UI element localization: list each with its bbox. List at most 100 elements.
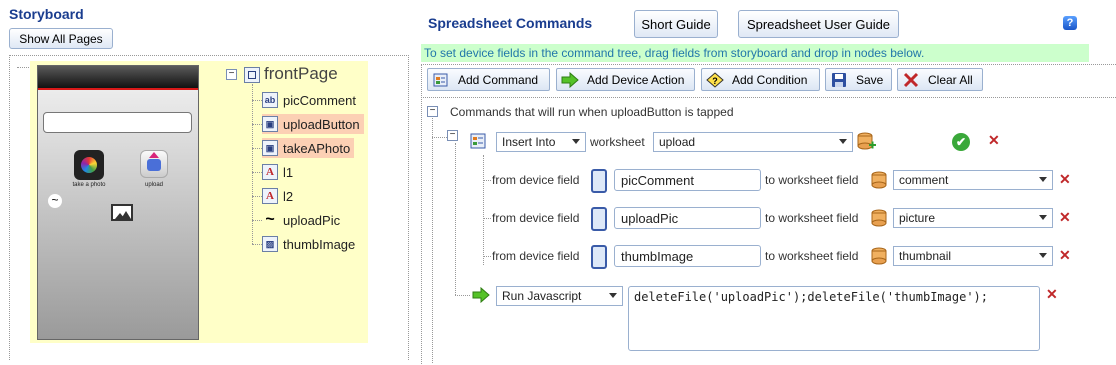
page-icon: [244, 67, 260, 83]
root-collapse-icon[interactable]: −: [427, 106, 438, 117]
tree-item-connector: [252, 244, 262, 245]
worksheet-field-select[interactable]: comment: [893, 170, 1053, 190]
worksheet-field-value: thumbnail: [899, 249, 952, 263]
take-photo-button[interactable]: [74, 150, 104, 180]
worksheet-field-select[interactable]: thumbnail: [893, 246, 1053, 266]
short-guide-button[interactable]: Short Guide: [634, 10, 718, 38]
worksheet-field-value: comment: [899, 173, 949, 187]
tree-root-frontpage[interactable]: frontPage: [264, 64, 338, 84]
commands-title: Spreadsheet Commands: [428, 15, 593, 31]
from-device-field-label: from device field: [492, 211, 580, 225]
delete-mapping-icon[interactable]: ✕: [1059, 171, 1071, 188]
js-action-select[interactable]: Run Javascript: [496, 286, 623, 306]
tree-item-connector: [252, 124, 262, 125]
add-command-icon: [432, 72, 450, 88]
tree-item-uploadPic[interactable]: ~ uploadPic: [262, 210, 340, 230]
worksheet-field-value: picture: [899, 211, 936, 225]
tree-item-label: l2: [283, 188, 294, 204]
insert-command-icon: [470, 133, 487, 149]
insert-collapse-icon[interactable]: −: [447, 130, 458, 141]
tree-item-connector: [252, 220, 262, 221]
to-worksheet-field-label: to worksheet field: [765, 249, 859, 263]
tree-item-label: thumbImage: [283, 236, 356, 252]
commands-frame-top: [421, 64, 1116, 65]
from-device-field-label: from device field: [492, 249, 580, 263]
device-field-input[interactable]: picComment: [614, 169, 761, 191]
add-condition-button[interactable]: ? Add Condition: [701, 68, 820, 91]
mapping-connector-h: [483, 218, 491, 219]
storyboard-frame-right: [408, 55, 409, 360]
add-worksheet-icon[interactable]: [857, 132, 877, 152]
upload-label: upload: [144, 182, 164, 188]
tree-item-takeAPhoto[interactable]: ▣ takeAPhoto: [262, 138, 355, 158]
js-action-value: Run Javascript: [502, 289, 582, 303]
phone-accent-bar: [38, 88, 198, 90]
image-icon: ▨: [262, 236, 278, 252]
delete-mapping-icon[interactable]: ✕: [1059, 209, 1071, 226]
phone-preview[interactable]: take a photo upload ~: [37, 65, 199, 340]
add-command-label: Add Command: [458, 72, 539, 87]
worksheet-field-icon: [871, 209, 887, 227]
slider-icon: ~: [265, 211, 275, 228]
button-icon: ▣: [262, 116, 278, 132]
tree-item-label: uploadButton: [283, 116, 360, 132]
phone-comment-input[interactable]: [43, 112, 192, 133]
delete-insert-icon[interactable]: ✕: [988, 132, 1000, 149]
clear-icon: [902, 72, 920, 88]
clear-all-button[interactable]: Clear All: [897, 68, 983, 91]
tree-item-l1[interactable]: Al1: [262, 162, 293, 182]
tree-item-picComment[interactable]: ab picComment: [262, 90, 356, 110]
worksheet-field-select[interactable]: picture: [893, 208, 1053, 228]
thumb-image-placeholder-icon: [111, 204, 133, 221]
delete-js-icon[interactable]: ✕: [1046, 286, 1058, 303]
storyboard-frame-left: [9, 55, 10, 360]
user-guide-button[interactable]: Spreadsheet User Guide: [738, 10, 899, 38]
worksheet-select[interactable]: upload: [653, 132, 853, 152]
tree-item-uploadButton[interactable]: ▣ uploadButton: [262, 114, 364, 134]
help-icon[interactable]: ?: [1063, 16, 1077, 30]
device-field-input[interactable]: thumbImage: [614, 245, 761, 267]
worksheet-field-icon: [871, 171, 887, 189]
insert-action-select[interactable]: Insert Into: [496, 132, 586, 152]
to-worksheet-field-label: to worksheet field: [765, 211, 859, 225]
tree-item-label: picComment: [283, 92, 356, 108]
mapping-connector-h: [483, 180, 491, 181]
worksheet-field-icon: [871, 247, 887, 265]
tree-item-connector: [252, 196, 262, 197]
storyboard-title: Storyboard: [9, 6, 84, 22]
tree-item-label: takeAPhoto: [283, 140, 351, 156]
device-action-icon: [472, 286, 490, 304]
command-root-label: Commands that will run when uploadButton…: [450, 105, 734, 119]
tree-item-connector: [252, 100, 262, 101]
show-all-pages-button[interactable]: Show All Pages: [9, 28, 113, 49]
clear-all-label: Clear All: [928, 72, 973, 87]
js-code-textarea[interactable]: deleteFile('uploadPic');deleteFile('thum…: [628, 286, 1040, 351]
add-command-button[interactable]: Add Command: [427, 68, 550, 91]
tree-item-connector: [252, 172, 262, 173]
delete-mapping-icon[interactable]: ✕: [1059, 247, 1071, 264]
upload-button[interactable]: [140, 150, 168, 178]
storyboard-frame-top: [9, 55, 409, 56]
insert-action-value: Insert Into: [502, 135, 556, 149]
from-device-field-label: from device field: [492, 173, 580, 187]
condition-icon: ?: [706, 71, 724, 88]
js-connector-h: [455, 295, 470, 296]
tree-item-thumbImage[interactable]: ▨ thumbImage: [262, 234, 355, 254]
save-label: Save: [856, 72, 884, 87]
save-icon: [830, 72, 848, 88]
phone-title-bar: [38, 66, 198, 88]
save-button[interactable]: Save: [825, 68, 892, 91]
device-field-icon: [591, 207, 607, 231]
tree-item-l2[interactable]: Al2: [262, 186, 293, 206]
tree-collapse-icon[interactable]: −: [226, 69, 237, 80]
add-device-action-button[interactable]: Add Device Action: [556, 68, 695, 91]
check-icon[interactable]: ✔: [952, 133, 970, 151]
device-field-icon: [591, 169, 607, 193]
tree-item-label: uploadPic: [283, 212, 341, 228]
svg-text:?: ?: [712, 76, 718, 86]
device-field-input[interactable]: uploadPic: [614, 207, 761, 229]
add-device-action-label: Add Device Action: [587, 72, 685, 87]
button-icon: ▣: [262, 140, 278, 156]
to-worksheet-field-label: to worksheet field: [765, 173, 859, 187]
insert-connector-v: [455, 143, 456, 295]
